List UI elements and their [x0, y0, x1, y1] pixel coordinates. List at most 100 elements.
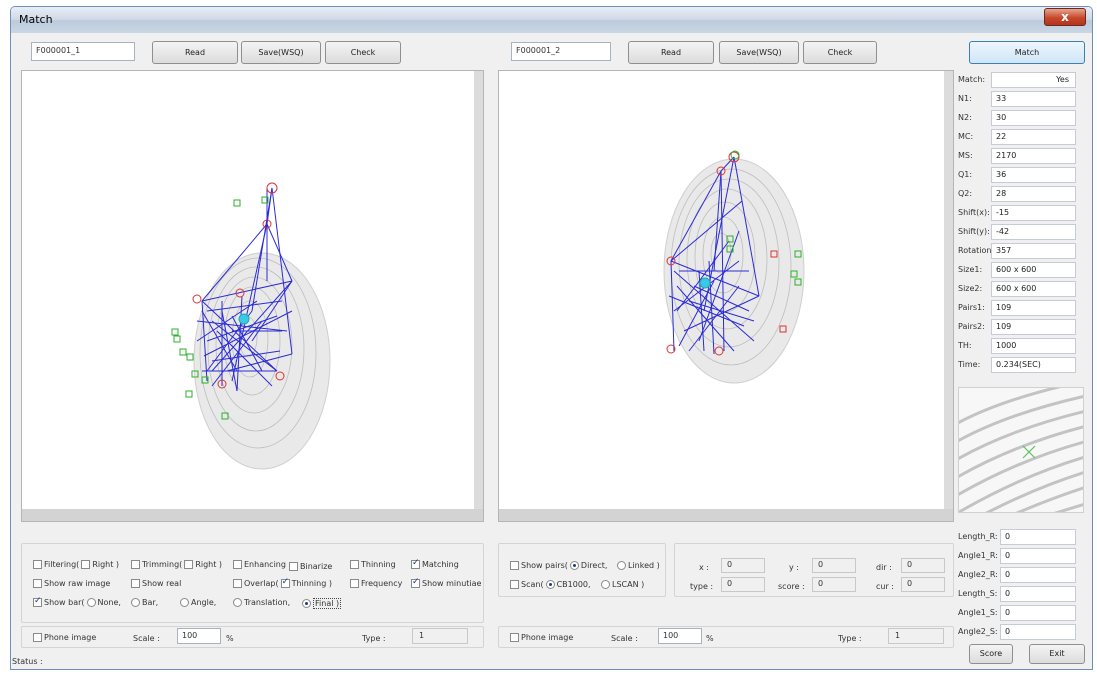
show-raw-checkbox[interactable] [33, 579, 42, 588]
left-view-hscroll[interactable] [22, 509, 483, 521]
left-check-button[interactable]: Check [325, 41, 401, 64]
result-label: N2: [958, 113, 972, 122]
right-type-value: 1 [888, 628, 944, 644]
right-phone-image-checkbox[interactable] [510, 633, 519, 642]
right-phone-image-option[interactable]: Phone image [510, 633, 573, 642]
enhancing-label: Enhancing [244, 560, 286, 569]
left-phone-image-label: Phone image [44, 633, 97, 642]
scan-option[interactable]: Scan(CB1000, [510, 580, 591, 589]
minutia-zoom-preview [958, 387, 1084, 513]
scan-lscan-radio[interactable] [601, 580, 610, 589]
close-button[interactable]: x [1044, 8, 1086, 26]
pairs-linked-radio[interactable] [617, 561, 626, 570]
lower-result-label: Length_R: [958, 532, 998, 541]
thinning-checkbox[interactable] [350, 560, 359, 569]
result-value: 600 x 600 [991, 281, 1076, 297]
show-pairs-option[interactable]: Show pairs(Direct, [510, 561, 607, 570]
title-bar[interactable]: Match x [11, 7, 1092, 33]
right-save-wsq-button[interactable]: Save(WSQ) [719, 41, 799, 64]
left-type-label: Type : [362, 634, 386, 643]
score-cursor-value: 0 [812, 577, 856, 592]
trimming-checkbox[interactable] [131, 560, 140, 569]
enhancing-checkbox[interactable] [233, 560, 242, 569]
right-scale-input[interactable]: 100 [658, 628, 702, 644]
scan-lscan-option[interactable]: LSCAN ) [601, 580, 644, 589]
result-value: -42 [991, 224, 1076, 240]
binarize-option[interactable]: Binarize [289, 562, 332, 571]
bar-bar-option[interactable]: Bar, [131, 598, 158, 607]
right-view-hscroll[interactable] [499, 509, 953, 521]
bar-bar-radio[interactable] [131, 598, 140, 607]
result-value: Yes [991, 72, 1076, 88]
overlap-thinning-checkbox[interactable] [280, 577, 290, 588]
left-fingerprint-view[interactable] [21, 70, 484, 522]
trimming-right-checkbox[interactable] [184, 560, 194, 569]
left-save-wsq-button[interactable]: Save(WSQ) [241, 41, 321, 64]
lower-result-value: 0 [1000, 586, 1076, 602]
score-button[interactable]: Score [969, 644, 1013, 664]
matching-option[interactable]: Matching [411, 558, 459, 569]
bar-final-option[interactable]: Final ) [302, 598, 342, 609]
right-fingerprint-view[interactable] [498, 70, 954, 522]
scan-checkbox[interactable] [510, 580, 519, 589]
show-real-option[interactable]: Show real [131, 579, 181, 588]
show-bar-option[interactable]: Show bar(None, [33, 596, 121, 607]
result-label: MS: [958, 151, 973, 160]
left-view-vscroll[interactable] [474, 71, 483, 521]
overlap-checkbox[interactable] [233, 579, 242, 588]
pairs-linked-option[interactable]: Linked ) [617, 561, 660, 570]
status-label: Status : [12, 657, 43, 666]
left-phone-image-checkbox[interactable] [33, 633, 42, 642]
result-label: Size1: [958, 265, 983, 274]
show-bar-checkbox[interactable] [33, 596, 42, 607]
trimming-label: Trimming( [142, 560, 183, 569]
trimming-option[interactable]: Trimming(Right ) [131, 560, 222, 569]
pairs-direct-label: Direct, [580, 561, 608, 570]
show-pairs-checkbox[interactable] [510, 561, 519, 570]
result-label: Rotation: [958, 246, 995, 255]
show-real-checkbox[interactable] [131, 579, 140, 588]
enhancing-option[interactable]: Enhancing [233, 560, 286, 569]
bar-translation-option[interactable]: Translation, [233, 598, 290, 607]
type-cursor-value: 0 [721, 577, 765, 592]
right-view-vscroll[interactable] [944, 71, 953, 521]
overlap-option[interactable]: Overlap(Thinning ) [233, 577, 332, 588]
binarize-checkbox[interactable] [289, 562, 298, 571]
scan-cb1000-radio[interactable] [545, 580, 555, 589]
left-read-button[interactable]: Read [152, 41, 238, 64]
bar-angle-option[interactable]: Angle, [180, 598, 216, 607]
lower-result-value: 0 [1000, 548, 1076, 564]
thinning-option[interactable]: Thinning [350, 560, 396, 569]
filtering-right-checkbox[interactable] [81, 560, 91, 569]
left-phone-image-option[interactable]: Phone image [33, 633, 96, 642]
frequency-checkbox[interactable] [350, 579, 359, 588]
show-minutiae-option[interactable]: Show minutiae [411, 577, 481, 588]
match-button[interactable]: Match [969, 41, 1085, 64]
right-read-button[interactable]: Read [628, 41, 714, 64]
scan-label: Scan( [521, 580, 544, 589]
pairs-direct-radio[interactable] [569, 561, 579, 570]
show-raw-option[interactable]: Show raw image [33, 579, 110, 588]
matching-checkbox[interactable] [411, 558, 420, 569]
filtering-checkbox[interactable] [33, 560, 42, 569]
result-label: Q2: [958, 189, 973, 198]
bar-translation-radio[interactable] [233, 598, 242, 607]
y-value: 0 [812, 558, 856, 573]
right-check-button[interactable]: Check [803, 41, 877, 64]
right-filename-field[interactable]: F000001_2 [511, 42, 611, 61]
pairs-linked-label: Linked ) [628, 561, 660, 570]
lower-result-value: 0 [1000, 605, 1076, 621]
left-scale-input[interactable]: 100 [177, 628, 221, 644]
result-label: Pairs2: [958, 322, 985, 331]
left-filename-field[interactable]: F000001_1 [31, 42, 135, 61]
y-label: y : [789, 563, 799, 572]
bar-final-radio[interactable] [302, 599, 311, 608]
lower-result-label: Angle1_S: [958, 608, 998, 617]
exit-button[interactable]: Exit [1029, 644, 1085, 664]
filtering-option[interactable]: Filtering(Right ) [33, 560, 119, 569]
bar-none-radio[interactable] [86, 598, 96, 607]
result-value: 2170 [991, 148, 1076, 164]
bar-angle-radio[interactable] [180, 598, 189, 607]
frequency-option[interactable]: Frequency [350, 579, 402, 588]
show-minutiae-checkbox[interactable] [411, 577, 420, 588]
